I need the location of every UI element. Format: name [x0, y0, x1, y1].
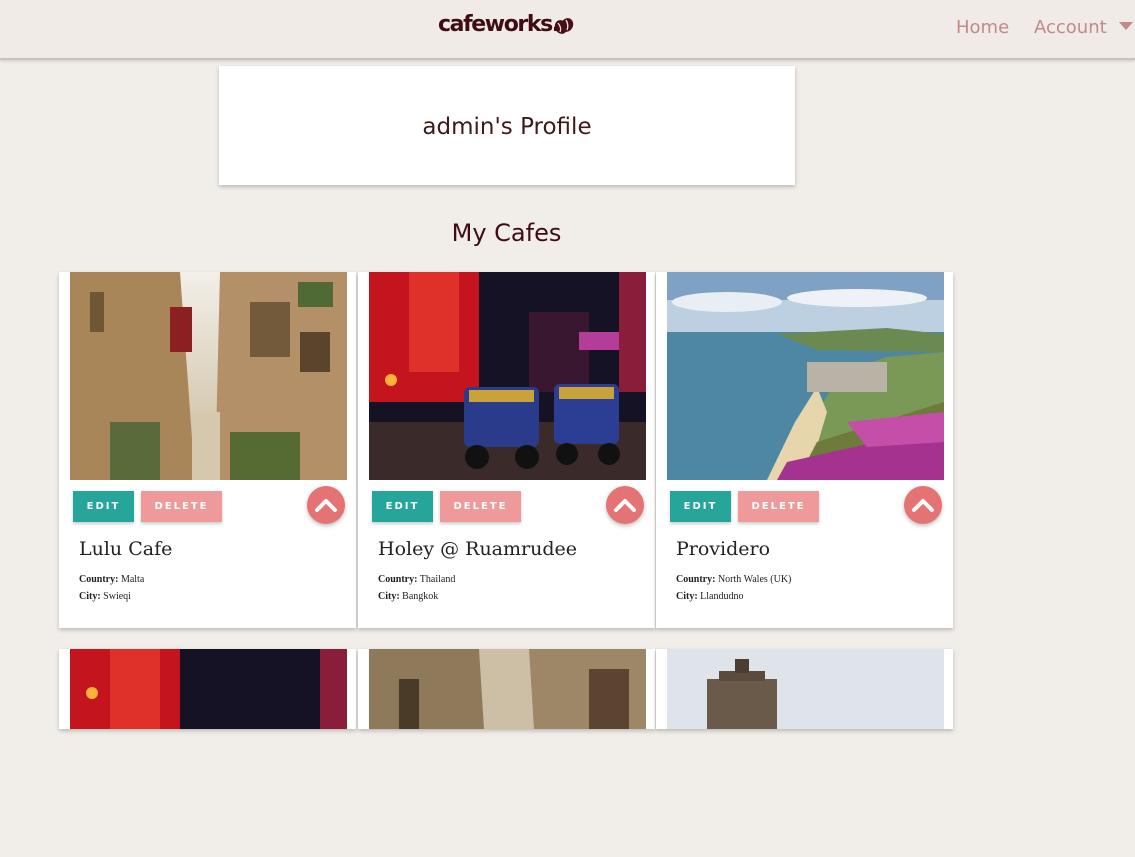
section-title: My Cafes: [451, 219, 562, 247]
cafe-card: [59, 649, 356, 729]
cafe-image: [70, 649, 347, 857]
country-value: Malta: [120, 574, 145, 585]
country-value: North Wales (UK): [717, 574, 792, 585]
cafe-card: [358, 649, 655, 729]
cafe-name: Holey @ Ruamrudee: [378, 538, 577, 560]
cafe-city: City: Bangkok: [378, 591, 438, 602]
cafe-name: Providero: [676, 538, 771, 560]
country-label: Country:: [676, 574, 716, 585]
edit-button[interactable]: EDIT: [670, 491, 731, 522]
delete-button[interactable]: DELETE: [440, 491, 521, 522]
country-label: Country:: [378, 574, 418, 585]
cafe-card: EDIT DELETE Holey @ Ruamrudee Country: T…: [358, 272, 655, 628]
nav-home-link[interactable]: Home: [956, 17, 1009, 38]
delete-button[interactable]: DELETE: [738, 491, 819, 522]
chevron-down-icon[interactable]: [1119, 22, 1133, 30]
cafe-card: EDIT DELETE Providero Country: North Wal…: [656, 272, 953, 628]
city-value: Swieqi: [103, 591, 131, 602]
cafe-country: Country: North Wales (UK): [676, 574, 791, 585]
edit-button[interactable]: EDIT: [73, 491, 134, 522]
city-label: City:: [676, 591, 698, 602]
delete-button[interactable]: DELETE: [141, 491, 222, 522]
cafe-city: City: Swieqi: [79, 591, 131, 602]
nav-account-link[interactable]: Account: [1034, 17, 1107, 38]
cafe-image: [369, 649, 646, 857]
city-label: City:: [79, 591, 101, 602]
cafe-image: [369, 272, 646, 480]
brand-name: cafeworks.: [438, 12, 560, 37]
city-value: Bangkok: [402, 591, 439, 602]
coffee-bean-icon: [554, 16, 574, 41]
expand-toggle-button[interactable]: [904, 486, 942, 524]
country-label: Country:: [79, 574, 119, 585]
chevron-up-icon: [315, 499, 337, 512]
cafe-image: [667, 649, 944, 857]
chevron-up-icon: [912, 499, 934, 512]
city-label: City:: [378, 591, 400, 602]
edit-button[interactable]: EDIT: [372, 491, 433, 522]
profile-card: admin's Profile: [219, 66, 795, 185]
cafe-image: [70, 272, 347, 480]
cafe-name: Lulu Cafe: [79, 538, 173, 560]
expand-toggle-button[interactable]: [606, 486, 644, 524]
cafe-city: City: Llandudno: [676, 591, 744, 602]
cafe-image: [667, 272, 944, 480]
expand-toggle-button[interactable]: [307, 486, 345, 524]
city-value: Llandudno: [700, 591, 744, 602]
cafe-card: [656, 649, 953, 729]
cafe-country: Country: Thailand: [378, 574, 455, 585]
brand-logo[interactable]: cafeworks.: [438, 12, 574, 37]
cafe-card: EDIT DELETE Lulu Cafe Country: Malta Cit…: [59, 272, 356, 628]
profile-title: admin's Profile: [422, 114, 592, 140]
country-value: Thailand: [419, 574, 456, 585]
top-navbar: cafeworks. Home Account: [0, 0, 1135, 60]
chevron-up-icon: [614, 499, 636, 512]
cafe-country: Country: Malta: [79, 574, 144, 585]
